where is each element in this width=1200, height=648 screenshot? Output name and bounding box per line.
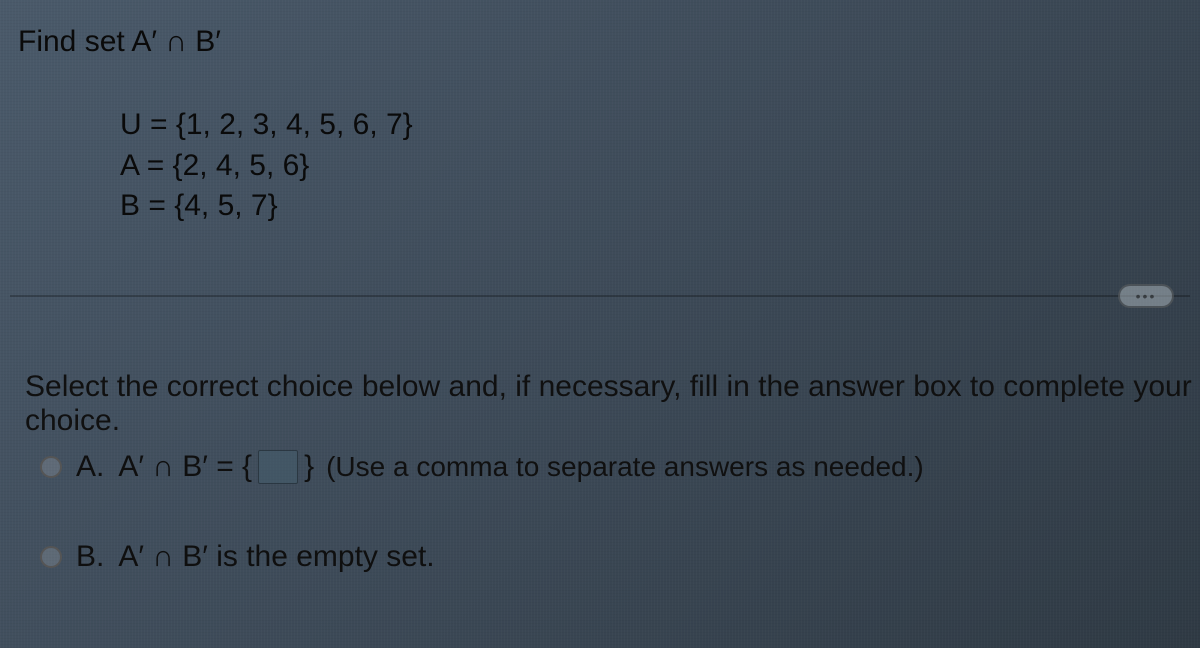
choice-a-prefix: A′ ∩ B′ = {	[118, 450, 252, 484]
choice-b-text: A′ ∩ B′ is the empty set.	[118, 540, 434, 574]
choice-b-row: B. A′ ∩ B′ is the empty set.	[40, 540, 435, 574]
choice-a-label: A.	[76, 450, 104, 484]
ellipsis-icon: •••	[1136, 289, 1157, 303]
universal-set: U = {1, 2, 3, 4, 5, 6, 7}	[120, 105, 413, 146]
choice-a-suffix: }	[304, 450, 314, 484]
choice-b-label: B.	[76, 540, 104, 574]
instruction-text: Select the correct choice below and, if …	[25, 370, 1200, 438]
radio-choice-b[interactable]	[40, 546, 62, 568]
given-sets-block: U = {1, 2, 3, 4, 5, 6, 7} A = {2, 4, 5, …	[120, 105, 413, 227]
answer-input-box[interactable]	[258, 450, 298, 484]
radio-choice-a[interactable]	[40, 456, 62, 478]
choice-a-hint: (Use a comma to separate answers as need…	[326, 451, 924, 483]
set-a: A = {2, 4, 5, 6}	[120, 146, 413, 187]
set-b: B = {4, 5, 7}	[120, 186, 413, 227]
more-options-button[interactable]: •••	[1118, 284, 1174, 308]
question-title: Find set A′ ∩ B′	[18, 25, 221, 59]
divider	[10, 295, 1190, 297]
choice-a-row: A. A′ ∩ B′ = { } (Use a comma to separat…	[40, 450, 924, 484]
choice-a-text: A′ ∩ B′ = { } (Use a comma to separate a…	[118, 450, 923, 484]
